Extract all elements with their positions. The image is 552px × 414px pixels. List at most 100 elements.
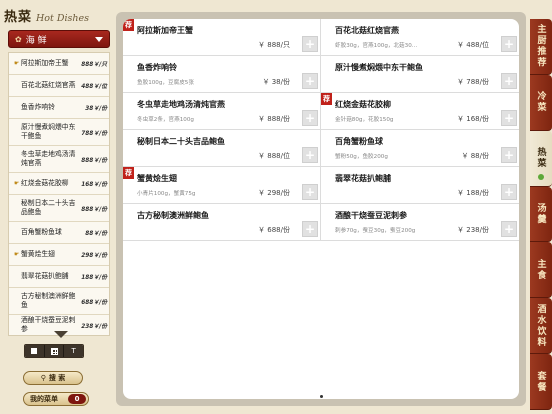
view-grid-button[interactable] [44, 345, 65, 357]
fish-icon: ✿ [15, 34, 22, 44]
add-to-menu-button[interactable]: + [501, 221, 517, 237]
page-indicator-dot[interactable] [320, 395, 323, 398]
dish-card-description: 鱼胶100g，豆腐皮5张 [137, 80, 194, 86]
category-tabs: 主厨推荐 冷菜 热菜 汤羹 主食 酒水饮料 套餐 [530, 19, 552, 411]
dish-list-item-price: 688￥/份 [81, 299, 107, 306]
category-dropdown[interactable]: ✿ 海 鲜 [8, 30, 110, 48]
dish-list-item[interactable]: 百角蟹粉鱼球 88￥/份 [9, 222, 109, 244]
dish-card-price: ￥ 788/份 [457, 78, 489, 86]
dish-list-item[interactable]: ☛ 蟹黄烩生翅 298￥/份 [9, 244, 109, 266]
dish-card[interactable]: 荐红烧金菇花胶柳 金针菇80g，花胶150g ￥ 168/份 + [321, 93, 519, 130]
category-tab[interactable]: 主食 [530, 242, 552, 299]
recommend-badge: 荐 [123, 19, 134, 31]
add-to-menu-button[interactable]: + [501, 36, 517, 52]
add-to-menu-button[interactable]: + [302, 110, 318, 126]
dish-card[interactable]: 百花北菇红烧官燕 虾胶30g，官燕100g，北菇30... ￥ 488/位 + [321, 19, 519, 56]
dish-list-item-price: 888￥/份 [81, 206, 107, 213]
grid-view-icon [50, 347, 58, 355]
dish-card[interactable]: 荐阿拉斯加帝王蟹 ￥ 888/只 + [123, 19, 321, 56]
dish-card-title: 蟹黄烩生翅 [137, 174, 177, 183]
single-view-icon [31, 348, 38, 354]
dish-card[interactable]: 秘制日本二十头吉品鲍鱼 ￥ 888/位 + [123, 130, 321, 167]
category-tab[interactable]: 汤羹 [530, 186, 552, 243]
add-to-menu-button[interactable]: + [302, 147, 318, 163]
dish-list-item-name: 秘制日本二十头吉品鲍鱼 [21, 199, 76, 216]
dish-list-item[interactable]: 鱼香炸响铃 38￥/份 [9, 97, 109, 119]
dish-list-item-price: 238￥/份 [81, 323, 107, 330]
add-to-menu-button[interactable]: + [501, 147, 517, 163]
dish-list-item[interactable]: ☛ 阿拉斯加帝王蟹 888￥/只 [9, 53, 109, 75]
add-to-menu-button[interactable]: + [302, 221, 318, 237]
dish-list-item-price: 888￥/只 [81, 62, 107, 68]
dish-list-item[interactable]: 冬虫草走地鸡汤清炖官燕 888￥/份 [9, 146, 109, 173]
recommend-hand-icon: ☛ [14, 180, 20, 187]
recommend-hand-icon: ☛ [14, 60, 20, 67]
category-tab[interactable]: 主厨推荐 [530, 19, 552, 75]
dish-list-item-name: 鱼香炸响铃 [21, 103, 55, 111]
dish-list-item[interactable]: 百花北菇红烧官燕 488￥/位 [9, 75, 109, 97]
add-to-menu-button[interactable]: + [501, 73, 517, 89]
dish-card[interactable]: 荐蟹黄烩生翅 小青片100g，蟹黄75g ￥ 298/份 + [123, 167, 321, 204]
dish-list-item[interactable]: 原汁慢煮焖煨中东干鲍鱼 788￥/份 [9, 119, 109, 146]
dish-card[interactable]: 鱼香炸响铃 鱼胶100g，豆腐皮5张 ￥ 38/份 + [123, 56, 321, 93]
dish-list-item[interactable]: 古方秘制澳洲鲜鲍鱼 688￥/份 [9, 288, 109, 315]
dish-list-item-name: 原汁慢煮焖煨中东干鲍鱼 [21, 123, 76, 140]
dish-list-item-name: 古方秘制澳洲鲜鲍鱼 [21, 292, 76, 309]
dish-list-item-price: 298￥/份 [81, 253, 107, 259]
dish-card-title: 百花北菇红烧官燕 [335, 26, 399, 35]
brand-title-cn: 热菜 [4, 10, 33, 25]
dish-list-item-price: 488￥/位 [81, 84, 107, 90]
dish-card-price: ￥ 298/份 [258, 189, 290, 197]
chevron-down-icon [95, 36, 103, 42]
category-tab[interactable]: 套餐 [530, 354, 552, 411]
dish-card-title: 冬虫草走地鸡汤清炖官燕 [137, 100, 225, 109]
dish-card[interactable]: 冬虫草走地鸡汤清炖官燕 冬虫草2条，官燕100g ￥ 888/份 + [123, 93, 321, 130]
my-menu-button[interactable]: 我的菜单 0 [23, 392, 89, 406]
dish-card-price: ￥ 888/只 [258, 41, 290, 49]
add-to-menu-button[interactable]: + [501, 110, 517, 126]
view-single-button[interactable] [25, 345, 45, 357]
dish-list-item[interactable]: ☛ 红烧金菇花胶柳 168￥/份 [9, 173, 109, 195]
category-tab[interactable]: 冷菜 [530, 74, 552, 131]
scroll-down-arrow-icon[interactable] [54, 331, 68, 338]
dish-card-title: 阿拉斯加帝王蟹 [137, 26, 193, 35]
dish-card-title: 古方秘制澳洲鲜鲍鱼 [137, 211, 209, 220]
dish-card-description: 蟹粉50g，鱼胶200g [335, 154, 388, 160]
search-label: 搜 索 [48, 374, 66, 382]
add-to-menu-button[interactable]: + [302, 36, 318, 52]
dish-card-title: 红烧金菇花胶柳 [335, 100, 391, 109]
dish-card[interactable]: 酒酿干烧蚕豆泥刺参 刺参70g，蚕豆30g，蚕豆200g ￥ 238/份 + [321, 204, 519, 241]
add-to-menu-button[interactable]: + [501, 184, 517, 200]
recommend-badge: 荐 [321, 93, 332, 105]
dish-card[interactable]: 原汁慢煮焖煨中东干鲍鱼 ￥ 788/份 + [321, 56, 519, 93]
dish-card[interactable]: 翡翠花菇扒鲍脯 ￥ 188/份 + [321, 167, 519, 204]
dish-list-item-name: 冬虫草走地鸡汤清炖官燕 [21, 150, 76, 167]
my-menu-count-badge: 0 [68, 394, 86, 404]
brand-title-en: Hot Dishes [36, 13, 90, 24]
dish-board: 荐阿拉斯加帝王蟹 ￥ 888/只 + 百花北菇红烧官燕 虾胶30g，官燕100g，北菇3… [123, 19, 519, 399]
dish-card-price: ￥ 888/位 [258, 152, 290, 160]
dish-card[interactable]: 百角蟹粉鱼球 蟹粉50g，鱼胶200g ￥ 88/份 + [321, 130, 519, 167]
dish-card-price: ￥ 238/份 [457, 226, 489, 234]
dish-list-item-name: 阿拉斯加帝王蟹 [21, 59, 69, 67]
dish-card[interactable]: 古方秘制澳洲鲜鲍鱼 ￥ 688/份 + [123, 204, 321, 241]
add-to-menu-button[interactable]: + [302, 73, 318, 89]
view-mode-toggle[interactable]: T [24, 344, 84, 358]
search-button[interactable]: ⚲ 搜 索 [23, 371, 83, 385]
dish-panel: 荐阿拉斯加帝王蟹 ￥ 888/只 + 百花北菇红烧官燕 虾胶30g，官燕100g，北菇3… [116, 12, 526, 406]
view-text-button[interactable]: T [64, 345, 83, 357]
dish-list[interactable]: ☛ 阿拉斯加帝王蟹 888￥/只 百花北菇红烧官燕 488￥/位 鱼香炸响铃 38￥/份 原汁… [8, 52, 110, 336]
my-menu-label: 我的菜单 [30, 395, 58, 403]
dish-card-price: ￥ 188/份 [457, 189, 489, 197]
dish-card-title: 酒酿干烧蚕豆泥刺参 [335, 211, 407, 220]
add-to-menu-button[interactable]: + [302, 184, 318, 200]
dish-list-item[interactable]: 翡翠花菇扒鲍脯 188￥/份 [9, 266, 109, 288]
dish-card-price: ￥ 688/份 [258, 226, 290, 234]
dish-card-price: ￥ 888/份 [258, 115, 290, 123]
dish-card-description: 金针菇80g，花胶150g [335, 117, 394, 123]
category-tab[interactable]: 热菜 [530, 130, 552, 187]
dish-card-description: 小青片100g，蟹黄75g [137, 191, 196, 197]
category-tab[interactable]: 酒水饮料 [530, 298, 552, 355]
dish-list-item[interactable]: 秘制日本二十头吉品鲍鱼 888￥/份 [9, 195, 109, 222]
dish-card-price: ￥ 488/位 [457, 41, 489, 49]
